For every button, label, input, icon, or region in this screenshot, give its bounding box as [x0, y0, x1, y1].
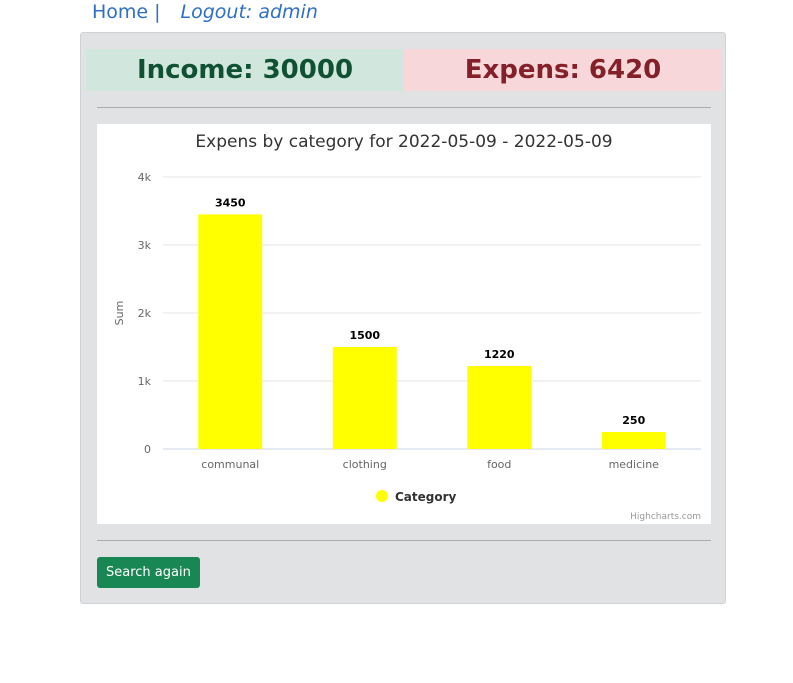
expens-chart: Expens by category for 2022-05-09 - 2022…	[97, 124, 711, 524]
y-tick-label: 1k	[138, 375, 152, 388]
chart-credits: Highcharts.com	[630, 512, 701, 522]
income-total: Income: 30000	[86, 49, 404, 91]
logout-link[interactable]: Logout: admin	[181, 1, 318, 23]
nav-separator: |	[154, 1, 161, 23]
report-card: Income: 30000 Expens: 6420 Expens by cat…	[80, 32, 726, 604]
y-tick-label: 2k	[138, 307, 152, 320]
chart-svg: Expens by category for 2022-05-09 - 2022…	[113, 132, 701, 522]
legend-label: Category	[395, 490, 457, 504]
data-label-medicine: 250	[622, 414, 645, 427]
expens-total: Expens: 6420	[404, 49, 722, 91]
data-label-communal: 3450	[215, 196, 246, 209]
summary-bar: Income: 30000 Expens: 6420	[86, 49, 722, 91]
bar-medicine	[601, 432, 666, 449]
data-label-food: 1220	[484, 348, 515, 361]
bar-clothing	[332, 347, 397, 449]
y-axis-label: Sum	[113, 301, 126, 326]
data-label-clothing: 1500	[349, 329, 380, 342]
legend-marker	[376, 490, 388, 502]
bar-food	[467, 366, 532, 449]
y-tick-label: 3k	[138, 239, 152, 252]
x-tick-label-food: food	[487, 458, 511, 471]
y-tick-label: 0	[144, 443, 151, 456]
x-tick-label-clothing: clothing	[343, 458, 387, 471]
y-tick-label: 4k	[138, 171, 152, 184]
chart-title: Expens by category for 2022-05-09 - 2022…	[195, 132, 612, 152]
top-nav: Home | Logout: admin	[92, 0, 318, 24]
x-tick-label-communal: communal	[201, 458, 259, 471]
x-tick-label-medicine: medicine	[609, 458, 660, 471]
bar-communal	[198, 214, 263, 449]
divider-top	[97, 107, 711, 108]
divider-bottom	[97, 540, 711, 541]
home-link[interactable]: Home	[92, 1, 148, 23]
search-again-button[interactable]: Search again	[97, 557, 200, 588]
